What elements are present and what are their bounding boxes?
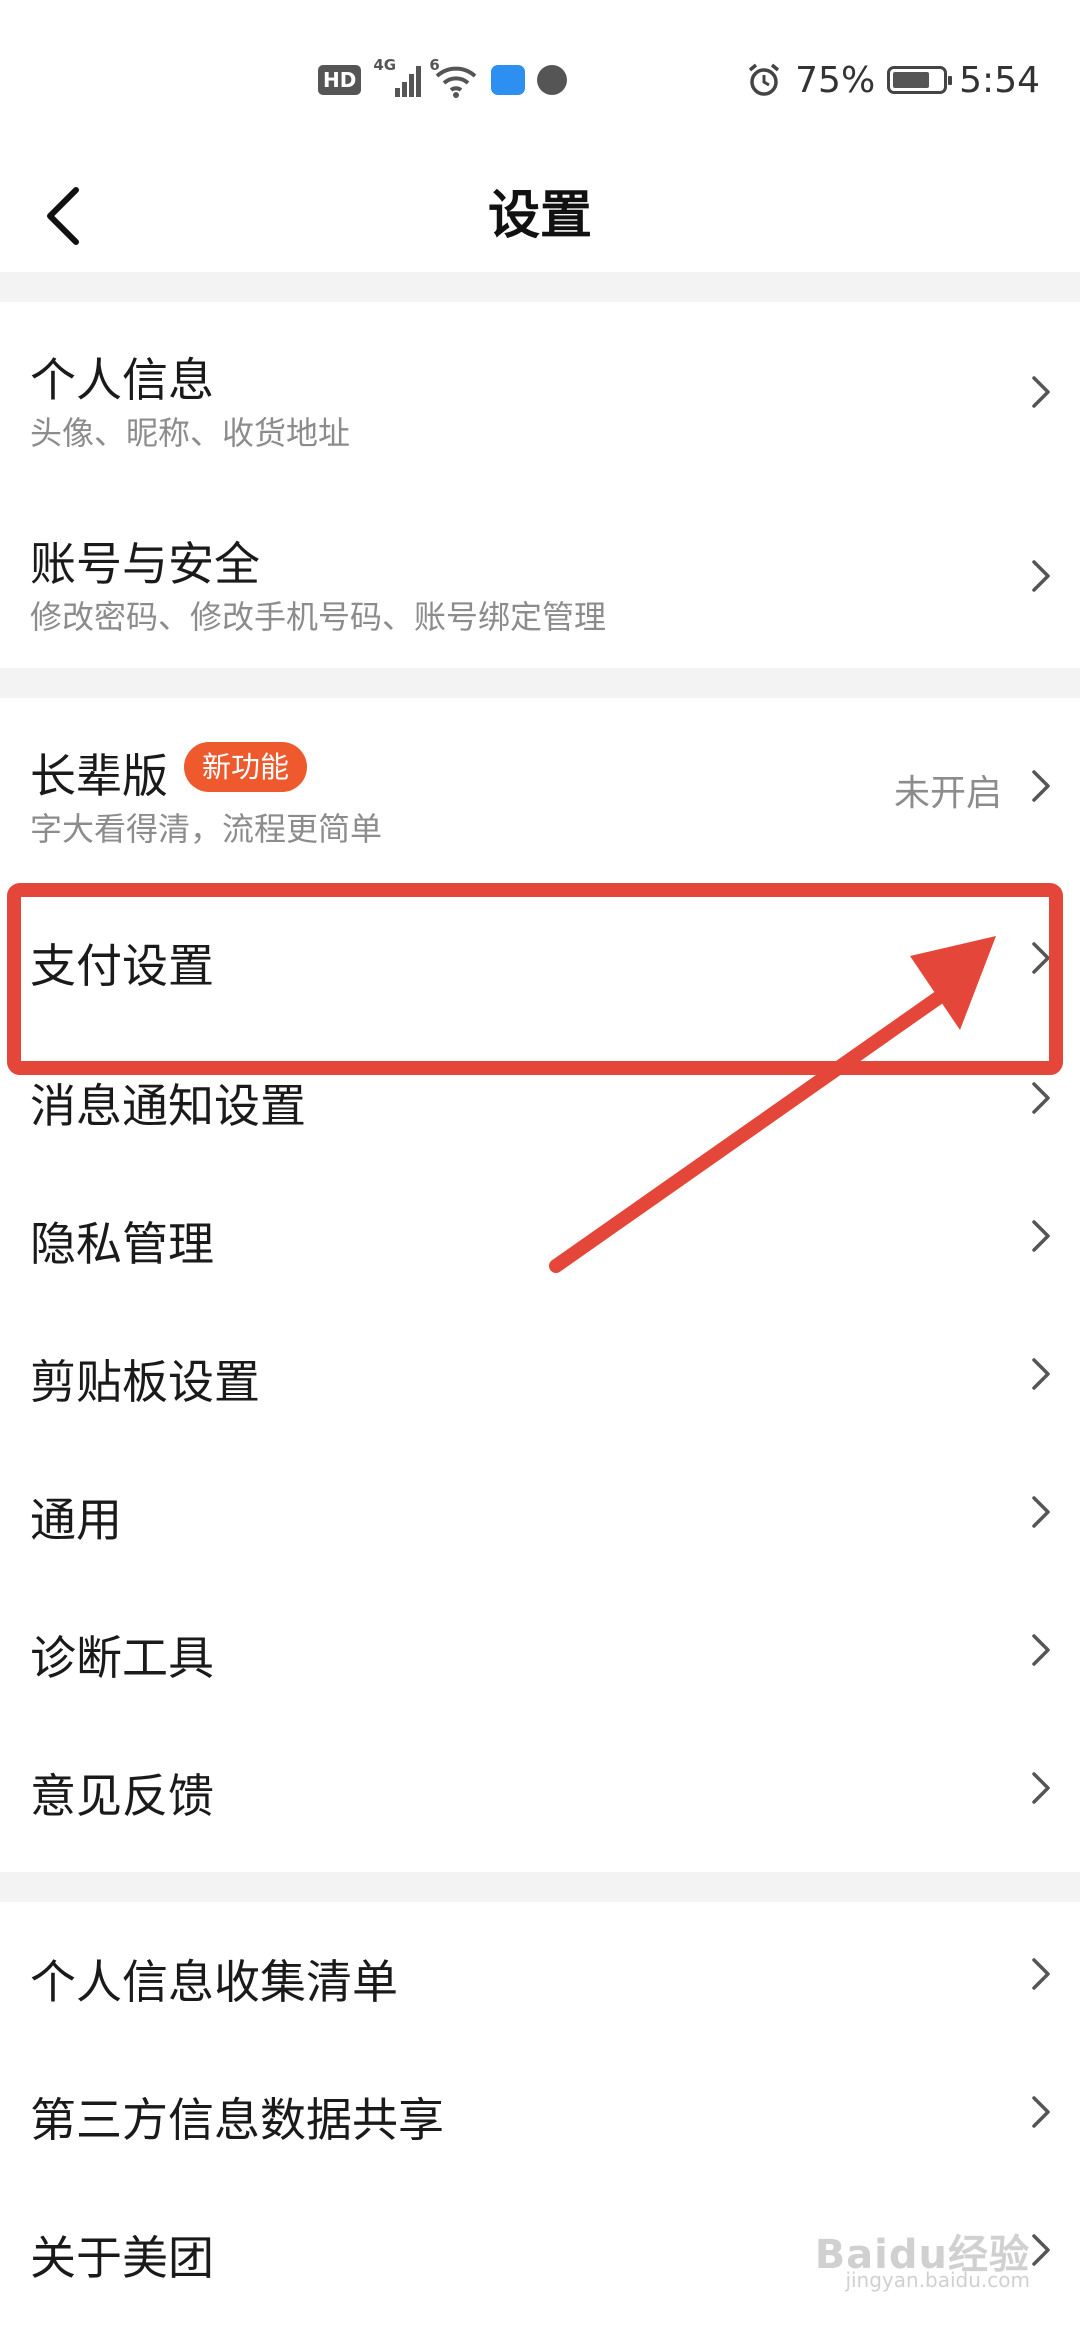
settings-item-description: 字大看得清，流程更简单: [30, 810, 383, 848]
network-type-label: 4G: [373, 56, 397, 74]
settings-item-diagnostics[interactable]: 诊断工具: [0, 1582, 1080, 1720]
settings-item-feedback[interactable]: 意见反馈: [0, 1720, 1080, 1872]
settings-item-third-party-sharing[interactable]: 第三方信息数据共享: [0, 2040, 1080, 2178]
chevron-right-icon: [1032, 1634, 1050, 1666]
wifi-icon: 6: [429, 56, 479, 100]
settings-item-label: 关于美团: [30, 2231, 214, 2285]
chevron-right-icon: [1032, 1958, 1050, 1990]
chevron-right-icon: [1032, 942, 1050, 974]
chevron-right-icon: [1032, 1358, 1050, 1390]
settings-group-general: 长辈版 新功能 字大看得清，流程更简单 未开启 支付设置 消息通知设置 隐私管理…: [0, 698, 1080, 1872]
battery-icon: [887, 66, 953, 94]
weather-app-icon: [491, 65, 526, 95]
settings-item-status: 未开启: [893, 773, 1002, 814]
chevron-right-icon: [1032, 560, 1050, 592]
settings-item-label: 意见反馈: [30, 1769, 214, 1823]
settings-item-label: 个人信息: [30, 353, 214, 407]
settings-item-elder-mode[interactable]: 长辈版 新功能 字大看得清，流程更简单 未开启: [0, 698, 1080, 886]
clock-time: 5:54: [959, 59, 1040, 101]
settings-item-personal-info[interactable]: 个人信息 头像、昵称、收货地址: [0, 302, 1080, 484]
settings-group-account: 个人信息 头像、昵称、收货地址 账号与安全 修改密码、修改手机号码、账号绑定管理: [0, 302, 1080, 668]
settings-item-label: 账号与安全: [30, 537, 260, 591]
settings-item-notifications[interactable]: 消息通知设置: [0, 1030, 1080, 1168]
back-button[interactable]: [44, 166, 124, 266]
settings-item-label: 剪贴板设置: [30, 1355, 260, 1409]
settings-item-label: 隐私管理: [30, 1217, 214, 1271]
chevron-left-icon: [47, 187, 79, 245]
settings-item-account-security[interactable]: 账号与安全 修改密码、修改手机号码、账号绑定管理: [0, 484, 1080, 668]
chevron-right-icon: [1032, 1772, 1050, 1804]
status-icons-left: HD 4G 6: [318, 56, 568, 102]
chevron-right-icon: [1032, 2096, 1050, 2128]
watermark-url: jingyan.baidu.com: [845, 2268, 1030, 2292]
settings-item-label: 第三方信息数据共享: [30, 2093, 444, 2147]
alarm-icon: [749, 63, 780, 96]
settings-item-label: 通用: [30, 1493, 122, 1547]
settings-item-data-collection-list[interactable]: 个人信息收集清单: [0, 1902, 1080, 2040]
settings-item-general[interactable]: 通用: [0, 1444, 1080, 1582]
settings-item-description: 修改密码、修改手机号码、账号绑定管理: [30, 598, 607, 636]
settings-item-label: 支付设置: [30, 939, 214, 993]
settings-item-label: 长辈版: [30, 749, 168, 803]
chevron-right-icon: [1032, 1496, 1050, 1528]
status-bar: HD 4G 6 75% 5:54: [0, 0, 1080, 160]
battery-level-fill: [893, 72, 930, 88]
settings-item-label: 个人信息收集清单: [30, 1955, 398, 2009]
settings-item-label: 消息通知设置: [30, 1079, 306, 1133]
section-divider: [0, 272, 1080, 302]
chevron-right-icon: [1032, 1220, 1050, 1252]
settings-item-payment[interactable]: 支付设置: [0, 886, 1080, 1030]
settings-item-description: 头像、昵称、收货地址: [30, 414, 351, 452]
page-title: 设置: [487, 186, 592, 246]
settings-item-label: 诊断工具: [30, 1631, 214, 1685]
section-divider: [0, 1872, 1080, 1902]
settings-item-clipboard[interactable]: 剪贴板设置: [0, 1306, 1080, 1444]
cellular-signal-icon: 4G: [373, 56, 422, 100]
voice-assistant-icon: [537, 65, 568, 95]
settings-item-privacy[interactable]: 隐私管理: [0, 1168, 1080, 1306]
section-divider: [0, 668, 1080, 698]
new-feature-badge: 新功能: [184, 742, 308, 792]
chevron-right-icon: [1032, 376, 1050, 408]
nav-header: 设置: [0, 160, 1080, 272]
status-icons-right: 75% 5:54: [745, 58, 1040, 102]
hd-voice-icon: HD: [318, 65, 362, 95]
battery-percent: 75%: [795, 59, 876, 101]
watermark: Baidu经验 jingyan.baidu.com: [815, 2222, 1030, 2292]
chevron-right-icon: [1032, 1082, 1050, 1114]
wifi-generation-label: 6: [429, 56, 440, 74]
chevron-right-icon: [1032, 770, 1050, 802]
